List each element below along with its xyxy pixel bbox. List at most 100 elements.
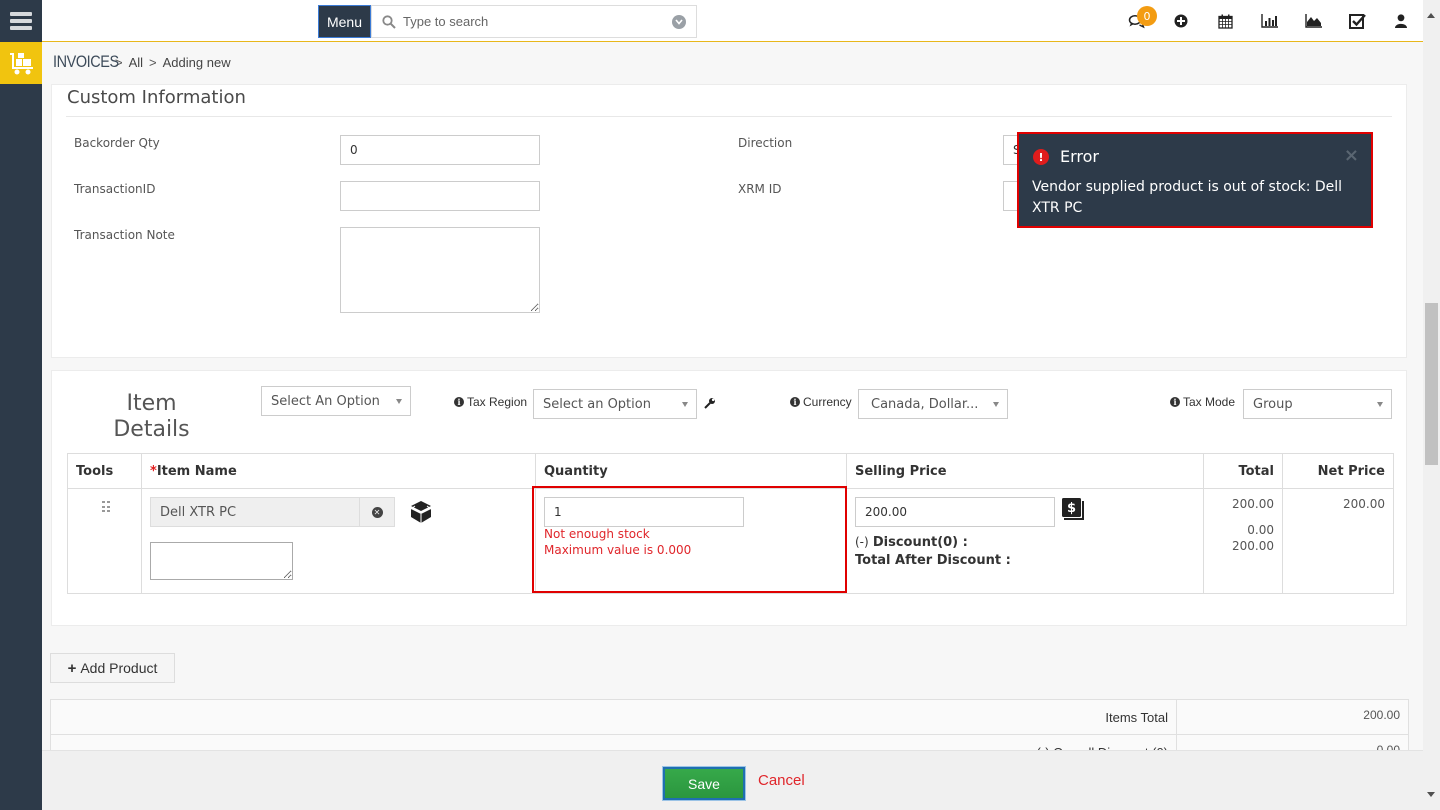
- breadcrumb: INVOICES > All > Adding new: [53, 50, 231, 74]
- left-sidebar: [0, 0, 42, 810]
- backorder-qty-input[interactable]: [340, 135, 540, 165]
- user-profile-button[interactable]: [1379, 0, 1423, 42]
- close-icon[interactable]: ×: [1344, 145, 1359, 166]
- hamburger-icon: [10, 12, 32, 30]
- add-product-label: Add Product: [80, 660, 158, 676]
- caret-down-icon: [993, 402, 999, 407]
- chevron-down-icon[interactable]: [672, 14, 686, 29]
- selling-price-input[interactable]: [855, 497, 1055, 527]
- clear-item-button[interactable]: ✕: [359, 497, 395, 527]
- top-icons: 0: [1115, 0, 1423, 42]
- currency-label-text: Currency: [803, 395, 852, 409]
- total-cell: 200.00 0.00 200.00: [1203, 488, 1283, 594]
- item-name-cell: Dell XTR PC ✕: [141, 488, 536, 594]
- totals-row: Items Total 200.00: [50, 699, 1409, 735]
- wrench-icon[interactable]: [704, 397, 716, 409]
- error-toast: ! Error × Vendor supplied product is out…: [1017, 132, 1373, 228]
- menu-button[interactable]: Menu: [318, 5, 371, 38]
- cancel-link[interactable]: Cancel: [758, 772, 805, 789]
- tax-mode-select[interactable]: Group: [1243, 389, 1392, 419]
- item-details-title: Item Details: [94, 391, 209, 443]
- tasks-button[interactable]: [1335, 0, 1379, 42]
- tax-region-select[interactable]: Select an Option: [533, 389, 697, 419]
- discount-value: 0.00: [1247, 523, 1274, 537]
- discount-label: Discount(0) :: [872, 535, 968, 550]
- breadcrumb-all[interactable]: All: [129, 55, 143, 70]
- items-total-label: Items Total: [50, 699, 1177, 735]
- scrollbar-thumb[interactable]: [1425, 303, 1438, 465]
- caret-down-icon: [1377, 402, 1383, 407]
- scroll-down-arrow-icon[interactable]: [1427, 792, 1435, 797]
- plus-icon: +: [67, 659, 77, 677]
- currency-label: i Currency: [790, 395, 852, 409]
- add-new-button[interactable]: [1159, 0, 1203, 42]
- required-mark: *: [150, 463, 157, 479]
- global-search: [371, 5, 697, 38]
- transaction-id-input[interactable]: [340, 181, 540, 211]
- form-footer: Save Cancel: [42, 750, 1423, 810]
- items-table: Tools *Item Name Quantity Selling Price …: [67, 453, 1394, 594]
- scroll-up-arrow-icon[interactable]: [1427, 13, 1435, 18]
- hamburger-menu-button[interactable]: [0, 0, 42, 42]
- column-header-quantity: Quantity: [535, 453, 847, 489]
- divider: [66, 116, 1392, 117]
- product-box-icon[interactable]: [410, 500, 432, 524]
- search-icon: [382, 14, 398, 30]
- calendar-icon: [1217, 14, 1233, 29]
- checkbox-icon: [1348, 13, 1366, 29]
- invoices-module-button[interactable]: [0, 42, 42, 84]
- caret-down-icon: [396, 399, 402, 404]
- direction-label: Direction: [738, 136, 793, 150]
- total-value: 200.00: [1232, 497, 1274, 511]
- breadcrumb-invoices[interactable]: INVOICES: [53, 52, 119, 72]
- transaction-note-label: Transaction Note: [74, 228, 175, 242]
- info-icon: i: [454, 397, 464, 407]
- svg-text:$: $: [1067, 501, 1076, 516]
- tools-cell: [67, 488, 142, 594]
- user-icon: [1395, 14, 1407, 28]
- chat-button[interactable]: 0: [1115, 0, 1159, 42]
- info-icon: i: [1170, 397, 1180, 407]
- transaction-note-textarea[interactable]: [340, 227, 540, 313]
- quantity-error-stock: Not enough stock: [544, 527, 650, 541]
- search-input[interactable]: [398, 14, 672, 29]
- backorder-qty-label: Backorder Qty: [74, 136, 160, 150]
- transaction-id-label: TransactionID: [74, 182, 156, 196]
- discount-line: (-) Discount(0) :: [855, 535, 968, 550]
- calendar-button[interactable]: [1203, 0, 1247, 42]
- drag-handle-icon[interactable]: [102, 501, 110, 513]
- discount-link[interactable]: (-): [855, 535, 869, 549]
- total-after-discount-value: 200.00: [1232, 539, 1274, 553]
- breadcrumb-adding-new: Adding new: [162, 54, 231, 70]
- quantity-error-max: Maximum value is 0.000: [544, 543, 692, 557]
- total-after-discount-label: Total After Discount :: [855, 553, 1011, 568]
- notification-badge: 0: [1137, 6, 1157, 26]
- caret-down-icon: [682, 402, 688, 407]
- add-product-button[interactable]: + Add Product: [50, 653, 175, 683]
- net-price-value: 200.00: [1343, 497, 1385, 511]
- tax-mode-label: i Tax Mode: [1170, 395, 1235, 409]
- items-table-header: Tools *Item Name Quantity Selling Price …: [67, 453, 1394, 489]
- page-scrollbar[interactable]: [1423, 0, 1440, 810]
- area-chart-icon: [1304, 14, 1322, 28]
- column-header-tools: Tools: [67, 453, 142, 489]
- item-name-header-text: Item Name: [156, 463, 237, 479]
- cart-dolly-icon: [10, 53, 33, 75]
- price-book-icon[interactable]: $: [1061, 497, 1084, 521]
- currency-select[interactable]: Canada, Dollar...: [858, 389, 1008, 419]
- selling-price-cell: $ (-) Discount(0) : Total After Discount…: [846, 488, 1204, 594]
- close-circle-icon: ✕: [371, 506, 383, 518]
- tax-region-value: Select an Option: [543, 396, 651, 412]
- option-select[interactable]: Select An Option: [261, 386, 411, 416]
- tax-region-label: i Tax Region: [454, 395, 527, 409]
- analytics-button[interactable]: [1291, 0, 1335, 42]
- column-header-net-price: Net Price: [1282, 453, 1394, 489]
- column-header-total: Total: [1203, 453, 1283, 489]
- reports-button[interactable]: [1247, 0, 1291, 42]
- save-button[interactable]: Save: [662, 766, 746, 801]
- quantity-input[interactable]: [544, 497, 744, 527]
- breadcrumb-separator: >: [149, 54, 157, 70]
- item-name-field[interactable]: Dell XTR PC: [150, 497, 360, 527]
- table-row: Dell XTR PC ✕ Not enough stock Maximum v…: [67, 488, 1394, 594]
- item-description-textarea[interactable]: [150, 542, 293, 580]
